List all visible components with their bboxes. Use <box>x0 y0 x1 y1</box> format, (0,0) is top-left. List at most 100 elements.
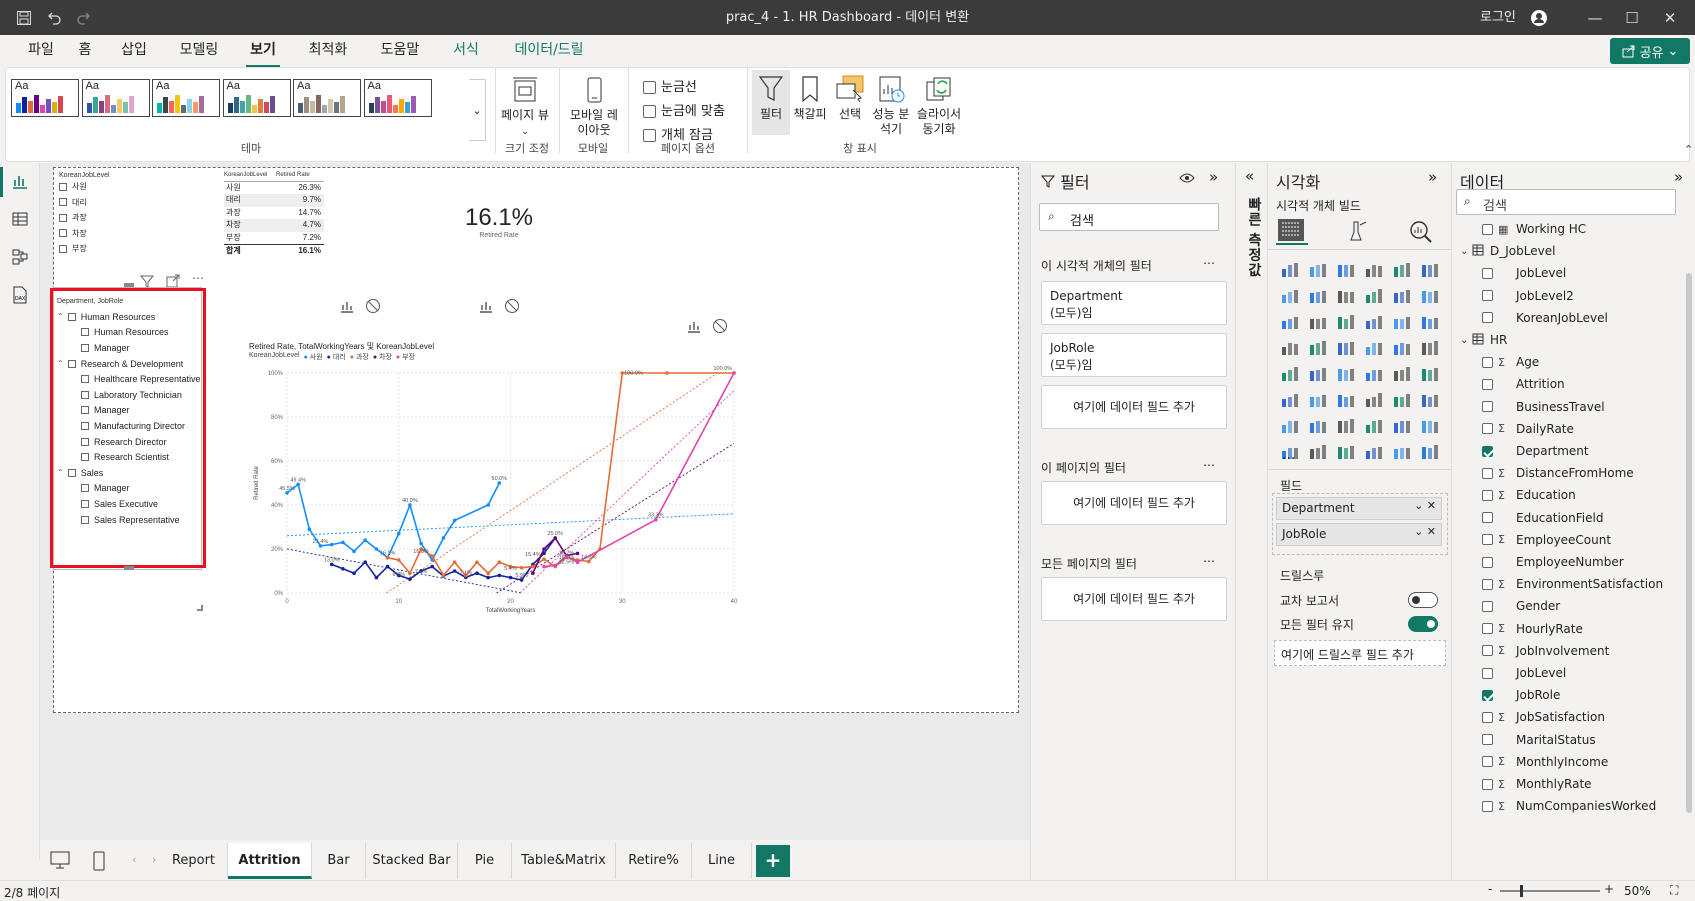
field-checkbox[interactable] <box>1482 600 1493 612</box>
data-point[interactable] <box>452 518 457 523</box>
data-point[interactable] <box>396 558 401 562</box>
collapse-filters-icon[interactable]: » <box>1209 168 1218 186</box>
filter-pane-button[interactable]: 필터 <box>752 70 790 135</box>
visual-type-icon[interactable] <box>1280 337 1300 357</box>
visual-type-icon[interactable] <box>1308 415 1328 435</box>
data-field[interactable]: Σ MonthlyRate <box>1452 772 1672 796</box>
theme-option[interactable]: Aa <box>81 79 150 117</box>
menu-item[interactable]: 도움말 <box>376 35 424 67</box>
minimize-icon[interactable]: — <box>1575 0 1615 35</box>
page-tab[interactable]: Attrition <box>228 843 312 879</box>
disabled-icon[interactable] <box>504 298 520 317</box>
data-field[interactable]: ▦ Working HC <box>1452 217 1672 241</box>
add-visual-filter-field[interactable]: 여기에 데이터 필드 추가 <box>1041 385 1227 429</box>
visual-type-icon[interactable] <box>1364 259 1384 279</box>
more-icon[interactable]: … <box>1203 253 1215 267</box>
visual-type-icon[interactable] <box>1336 415 1356 435</box>
data-point[interactable] <box>419 541 423 546</box>
data-field[interactable]: EmployeeNumber <box>1452 550 1672 574</box>
filters-search-input[interactable]: ⌕ 검색 <box>1039 203 1219 231</box>
department-filter-card[interactable]: Department (모두)임 <box>1041 281 1227 325</box>
desktop-layout-icon[interactable] <box>50 851 70 872</box>
data-point[interactable] <box>452 560 457 564</box>
visual-type-icon[interactable] <box>1336 441 1356 461</box>
data-table-node[interactable]: ⌄ HR <box>1460 328 1680 352</box>
add-all-pages-filter-field[interactable]: 여기에 데이터 필드 추가 <box>1041 577 1227 621</box>
zoom-in-icon[interactable]: + <box>1604 882 1614 896</box>
theme-option[interactable]: Aa <box>222 79 291 117</box>
retired-rate-card[interactable]: 16.1% Retired Rate <box>444 204 554 254</box>
data-point[interactable] <box>665 371 669 375</box>
visual-type-icon[interactable] <box>1308 337 1328 357</box>
data-field[interactable]: Σ MonthlyIncome <box>1452 750 1672 774</box>
snap-grid-checkbox[interactable]: 눈금에 맞춤 <box>643 100 725 119</box>
expand-chevron-icon[interactable]: ⌄ <box>1460 246 1472 257</box>
data-point[interactable] <box>575 560 580 564</box>
expand-pane-icon[interactable]: « <box>1245 167 1254 185</box>
data-field[interactable]: JobRole <box>1452 683 1672 707</box>
data-point[interactable] <box>441 573 446 578</box>
visual-type-icon[interactable] <box>1364 337 1384 357</box>
visual-type-icon[interactable] <box>1308 441 1328 461</box>
data-point[interactable] <box>732 371 736 375</box>
data-point[interactable] <box>475 560 479 564</box>
field-checkbox[interactable] <box>1482 778 1493 790</box>
field-checkbox[interactable] <box>1482 378 1493 390</box>
tree-item[interactable]: Healthcare Representative <box>81 371 201 387</box>
model-view-icon[interactable] <box>8 245 32 269</box>
data-field[interactable]: Σ JobInvolvement <box>1452 639 1672 663</box>
page-tab[interactable]: Pie <box>458 843 512 879</box>
slicer-option[interactable]: 대리 <box>59 195 169 211</box>
department-jobrole-slicer[interactable]: Department, JobRole ⌃ Human Resources Huma… <box>50 288 206 568</box>
data-point[interactable] <box>408 577 412 581</box>
add-page-button[interactable]: + <box>756 845 790 877</box>
data-point[interactable] <box>497 573 502 578</box>
data-point[interactable] <box>408 571 412 575</box>
data-point[interactable] <box>475 571 479 575</box>
table-view-icon[interactable] <box>8 207 32 231</box>
zoom-level[interactable]: 50% <box>1624 884 1651 898</box>
data-point[interactable] <box>508 575 513 580</box>
field-checkbox[interactable] <box>1482 467 1493 479</box>
visual-type-icon[interactable] <box>1308 259 1328 279</box>
field-checkbox[interactable] <box>1482 734 1493 746</box>
visual-type-icon[interactable] <box>1364 311 1384 331</box>
data-field[interactable]: EducationField <box>1452 506 1672 530</box>
save-icon[interactable] <box>12 0 36 35</box>
data-field[interactable]: Σ Age <box>1452 350 1672 374</box>
theme-dropdown-chevron-icon[interactable]: ⌄ <box>469 79 486 141</box>
visual-type-icon[interactable] <box>1392 285 1412 305</box>
visual-type-icon[interactable] <box>1420 441 1440 461</box>
visual-type-icon[interactable] <box>1364 389 1384 409</box>
data-point[interactable] <box>441 536 446 540</box>
data-point[interactable] <box>553 563 557 568</box>
data-point[interactable] <box>542 564 546 569</box>
data-field[interactable]: Σ JobSatisfaction <box>1452 705 1672 729</box>
report-view-icon[interactable] <box>8 169 32 193</box>
data-field[interactable]: Σ DailyRate <box>1452 417 1672 441</box>
more-icon[interactable]: … <box>1203 455 1215 469</box>
retired-rate-table[interactable]: KoreanJobLevel Retired Rate 사원 26.3% 대리 9.7%… <box>224 172 324 262</box>
mobile-layout-button[interactable]: 모바일 레이아웃 <box>566 75 622 138</box>
visual-type-icon[interactable] <box>1280 259 1300 279</box>
visual-type-icon[interactable] <box>1336 311 1356 331</box>
data-point[interactable] <box>352 571 356 575</box>
data-point[interactable] <box>363 560 368 564</box>
data-point[interactable] <box>385 564 390 569</box>
gridlines-checkbox[interactable]: 눈금선 <box>643 76 697 95</box>
visual-type-icon[interactable] <box>1392 259 1412 279</box>
tree-group[interactable]: ⌃ Human Resources <box>57 309 155 325</box>
series-line[interactable] <box>543 372 735 568</box>
theme-option[interactable]: Aa <box>363 79 432 117</box>
data-point[interactable] <box>486 571 490 575</box>
data-field[interactable]: Attrition <box>1452 372 1672 396</box>
data-field[interactable]: KoreanJobLevel <box>1452 306 1672 330</box>
more-options-icon[interactable]: ⋯ <box>192 271 204 285</box>
data-field[interactable]: BusinessTravel <box>1452 395 1672 419</box>
next-page-icon[interactable]: › <box>152 853 156 866</box>
slicer-option[interactable]: 차장 <box>59 226 169 242</box>
tree-item[interactable]: Manager <box>81 403 130 419</box>
visual-type-icon[interactable] <box>1280 415 1300 435</box>
share-button[interactable]: 공유 ⌄ <box>1610 38 1690 64</box>
department-field-chip[interactable]: Department ⌄ ✕ <box>1276 497 1442 520</box>
